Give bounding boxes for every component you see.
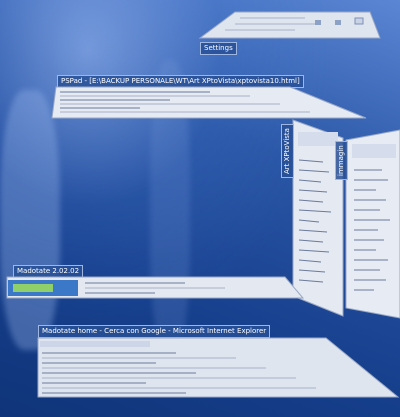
immagini-window-body xyxy=(345,129,400,319)
ie-window[interactable] xyxy=(36,337,400,417)
settings-window-body xyxy=(198,11,381,39)
madotate-window-body xyxy=(6,276,305,299)
background-light-streak xyxy=(0,90,60,350)
art-xptovista-window-title[interactable]: Art XPtoVista xyxy=(281,124,294,178)
ie-window-body xyxy=(37,337,400,398)
immagini-window-title[interactable]: immagin xyxy=(335,141,348,180)
settings-window[interactable] xyxy=(195,10,385,42)
madotate-window[interactable] xyxy=(5,276,305,302)
immagini-window[interactable] xyxy=(345,129,400,320)
settings-window-title[interactable]: Settings xyxy=(200,42,237,55)
